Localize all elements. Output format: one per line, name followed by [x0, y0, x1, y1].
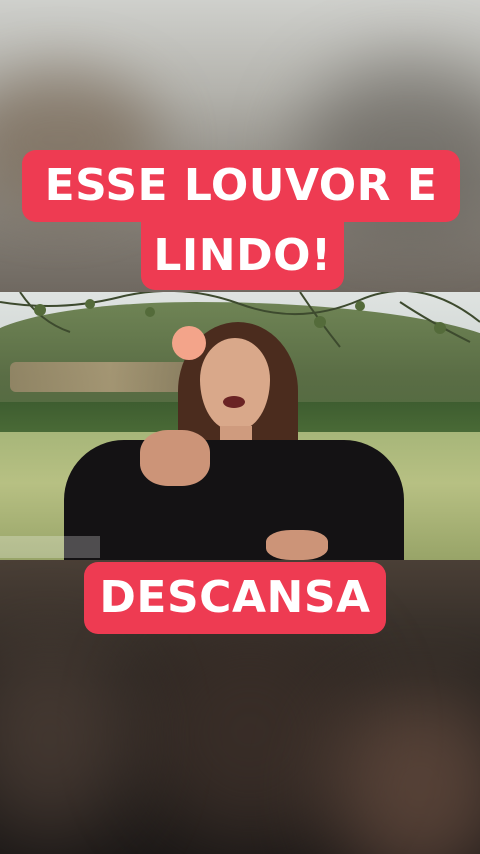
black-sweater	[64, 440, 404, 560]
mouth	[223, 396, 245, 408]
waist-hand	[266, 530, 328, 560]
hair-bow	[172, 326, 206, 360]
video-frame[interactable]	[0, 292, 480, 560]
face	[200, 338, 270, 430]
caption-top-line1: ESSE LOUVOR E	[22, 150, 460, 222]
watermark-strip	[0, 536, 100, 558]
caption-top-line2: LINDO!	[141, 222, 344, 290]
raised-hand	[140, 430, 210, 486]
singer-girl	[60, 322, 410, 560]
caption-bottom: DESCANSA	[84, 562, 386, 634]
